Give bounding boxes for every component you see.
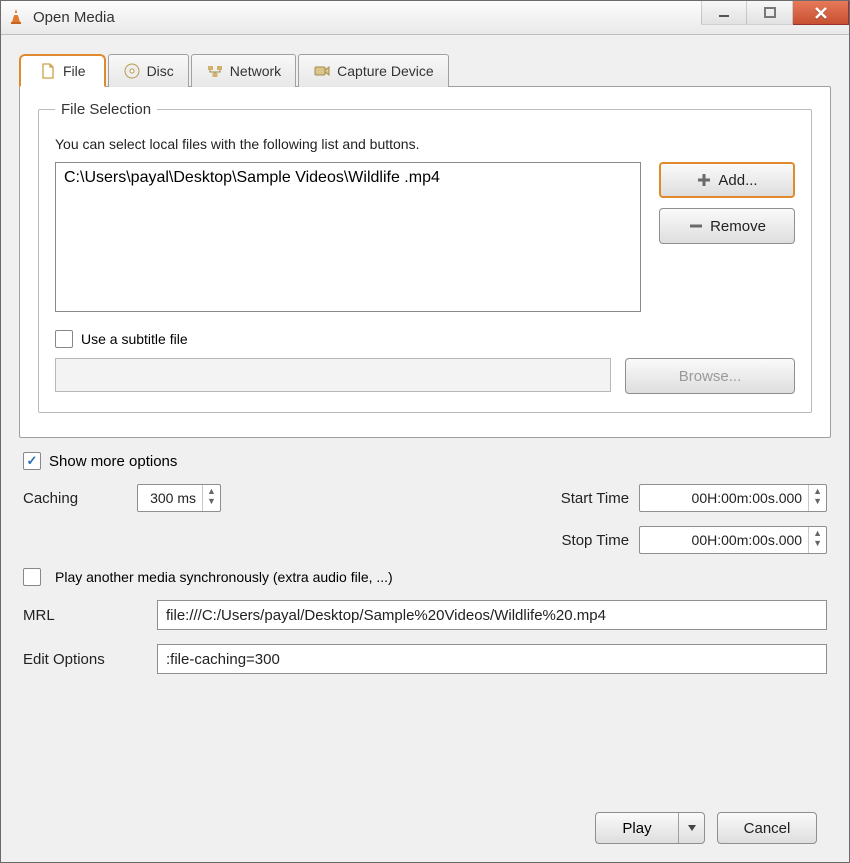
start-time-value: 00H:00m:00s.000 [648, 490, 808, 506]
file-list-item[interactable]: C:\Users\payal\Desktop\Sample Videos\Wil… [64, 169, 632, 187]
file-selection-hint: You can select local files with the foll… [55, 136, 795, 152]
tab-network-label: Network [230, 63, 281, 79]
subtitle-checkbox[interactable] [55, 330, 73, 348]
minus-icon [688, 218, 704, 234]
vlc-cone-icon [7, 7, 25, 28]
start-time-spin[interactable]: 00H:00m:00s.000 ▲▼ [639, 484, 827, 512]
play-sync-label: Play another media synchronously (extra … [55, 569, 393, 585]
file-selection-group: File Selection You can select local file… [38, 101, 812, 413]
tab-file-label: File [63, 63, 86, 79]
edit-options-value: :file-caching=300 [166, 651, 280, 668]
file-tab-panel: File Selection You can select local file… [19, 86, 831, 438]
spinner-arrows-icon[interactable]: ▲▼ [202, 485, 216, 511]
subtitle-path-input [55, 358, 611, 392]
tab-network[interactable]: Network [191, 54, 296, 87]
plus-icon [696, 172, 712, 188]
file-selection-legend: File Selection [55, 101, 157, 118]
mrl-label: MRL [23, 607, 143, 624]
caching-value: 300 ms [146, 490, 202, 506]
window-controls [701, 1, 849, 34]
open-media-dialog: Open Media File [0, 0, 850, 863]
tab-disc[interactable]: Disc [108, 54, 189, 87]
add-file-label: Add... [718, 172, 757, 189]
cancel-button[interactable]: Cancel [717, 812, 817, 844]
play-dropdown-toggle[interactable] [678, 813, 704, 843]
spinner-arrows-icon[interactable]: ▲▼ [808, 485, 822, 511]
cancel-button-label: Cancel [744, 820, 791, 837]
stop-time-label: Stop Time [524, 532, 629, 549]
capture-icon [313, 62, 331, 80]
tab-capture[interactable]: Capture Device [298, 54, 449, 87]
play-sync-checkbox[interactable] [23, 568, 41, 586]
window-title: Open Media [33, 9, 115, 26]
remove-file-button[interactable]: Remove [659, 208, 795, 244]
file-icon [39, 62, 57, 80]
disc-icon [123, 62, 141, 80]
advanced-options: Caching 300 ms ▲▼ Start Time 00H:00m:00s… [19, 474, 831, 692]
network-icon [206, 62, 224, 80]
caching-spin[interactable]: 300 ms ▲▼ [137, 484, 221, 512]
mrl-input[interactable]: file:///C:/Users/payal/Desktop/Sample%20… [157, 600, 827, 630]
show-more-options-row: Show more options [23, 452, 831, 470]
add-file-button[interactable]: Add... [659, 162, 795, 198]
dialog-footer: Play Cancel [19, 801, 831, 858]
stop-time-spin[interactable]: 00H:00m:00s.000 ▲▼ [639, 526, 827, 554]
stop-time-value: 00H:00m:00s.000 [648, 532, 808, 548]
subtitle-browse-label: Browse... [679, 368, 742, 385]
caching-label: Caching [23, 490, 113, 507]
edit-options-label: Edit Options [23, 651, 143, 668]
subtitle-checkbox-label: Use a subtitle file [81, 331, 188, 347]
show-more-label: Show more options [49, 453, 177, 470]
start-time-label: Start Time [524, 490, 629, 507]
subtitle-browse-button: Browse... [625, 358, 795, 394]
close-button[interactable] [793, 1, 849, 25]
play-button[interactable]: Play [595, 812, 705, 844]
tab-disc-label: Disc [147, 63, 174, 79]
tab-file[interactable]: File [19, 54, 106, 87]
play-button-label: Play [596, 820, 678, 837]
remove-file-label: Remove [710, 218, 766, 235]
minimize-button[interactable] [701, 1, 747, 25]
file-list[interactable]: C:\Users\payal\Desktop\Sample Videos\Wil… [55, 162, 641, 312]
tab-bar: File Disc Network Capture Device [19, 54, 831, 87]
chevron-down-icon [687, 823, 697, 833]
content-area: File Disc Network Capture Device [1, 35, 849, 862]
titlebar: Open Media [1, 1, 849, 35]
maximize-button[interactable] [747, 1, 793, 25]
mrl-value: file:///C:/Users/payal/Desktop/Sample%20… [166, 607, 606, 624]
tab-capture-label: Capture Device [337, 63, 434, 79]
show-more-checkbox[interactable] [23, 452, 41, 470]
spinner-arrows-icon[interactable]: ▲▼ [808, 527, 822, 553]
edit-options-input[interactable]: :file-caching=300 [157, 644, 827, 674]
